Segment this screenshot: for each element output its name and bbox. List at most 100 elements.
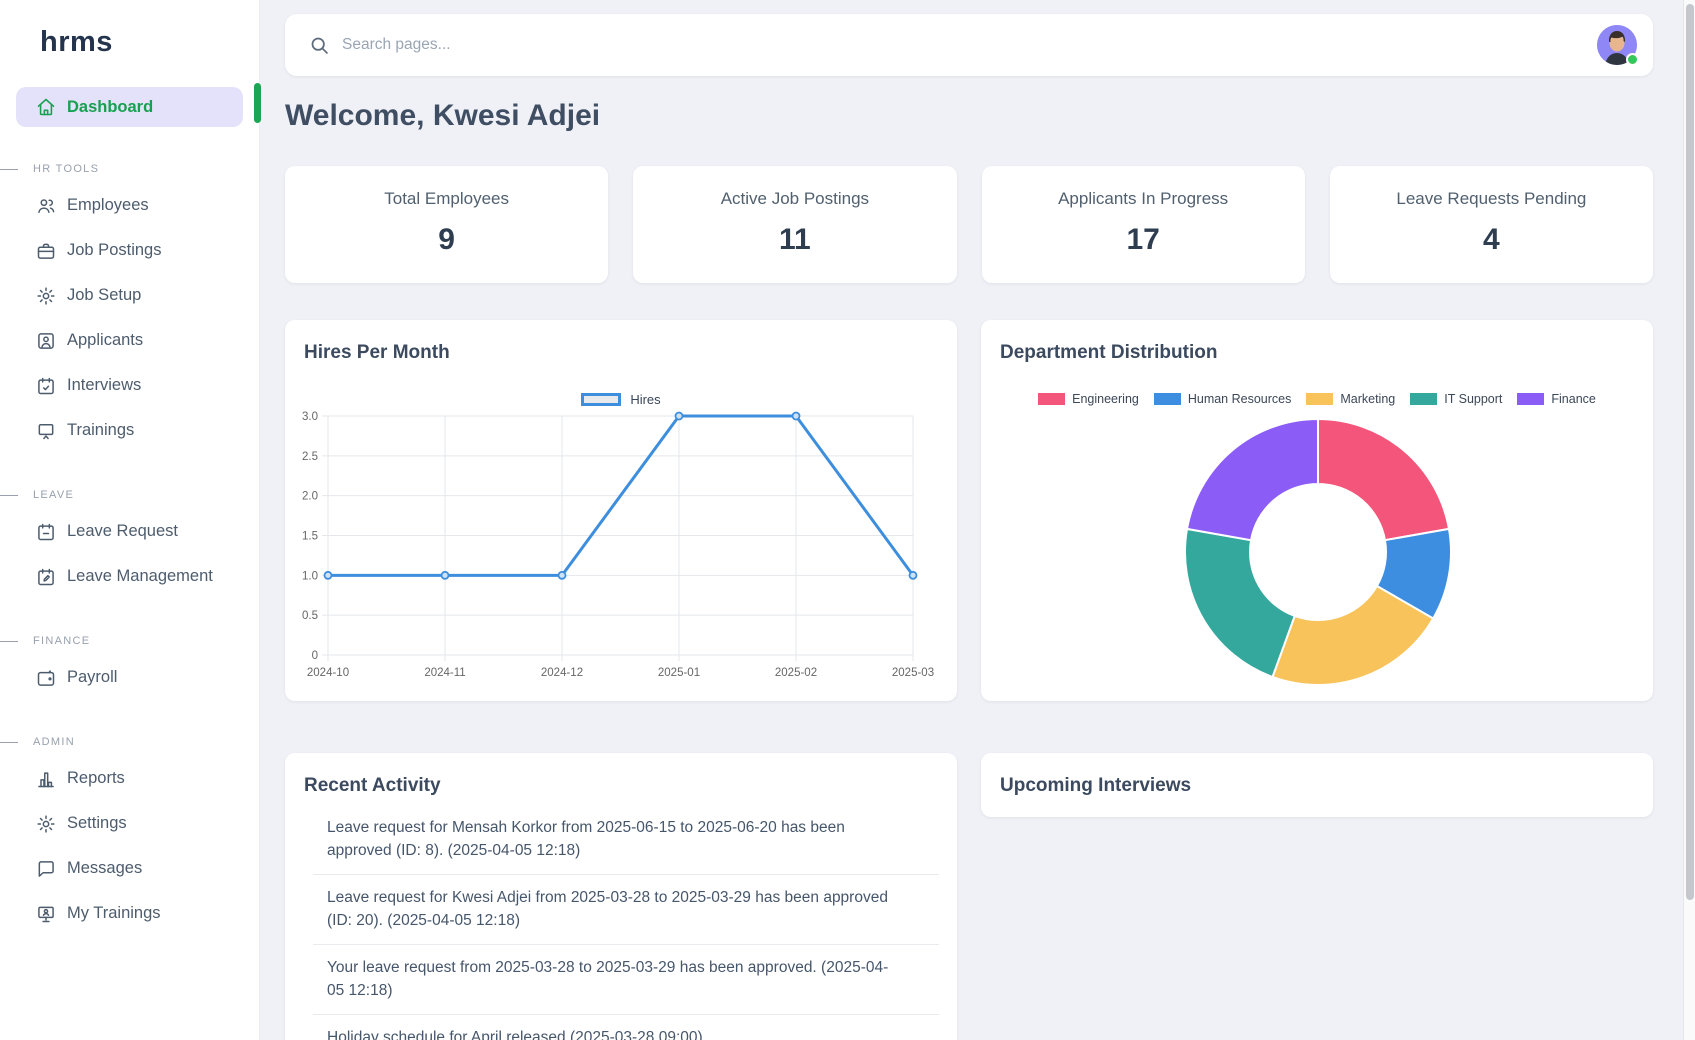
sidebar-item-reports[interactable]: Reports <box>0 756 259 801</box>
bar-chart-icon <box>36 769 56 789</box>
charts-row: Hires Per Month Hires 00.51.01.52.02.53.… <box>285 320 1653 701</box>
stat-card-total-employees: Total Employees 9 <box>285 166 608 283</box>
sidebar-item-trainings[interactable]: Trainings <box>0 408 259 453</box>
legend-item[interactable]: Finance <box>1517 392 1595 406</box>
svg-text:0.5: 0.5 <box>302 610 318 622</box>
svg-text:3.0: 3.0 <box>302 411 318 423</box>
department-distribution-card: Department Distribution Engineering Human… <box>981 320 1653 701</box>
gear-icon <box>36 814 56 834</box>
sidebar-item-leave-request[interactable]: Leave Request <box>0 509 259 554</box>
legend-item[interactable]: Human Resources <box>1154 392 1292 406</box>
legend-label: Marketing <box>1340 392 1395 406</box>
chart-title: Department Distribution <box>981 320 1653 364</box>
legend-label: Human Resources <box>1188 392 1292 406</box>
sidebar-item-label: Dashboard <box>67 98 153 117</box>
stat-value: 17 <box>1126 223 1159 257</box>
activity-item: Leave request for Mensah Korkor from 202… <box>313 805 939 875</box>
sidebar-item-payroll[interactable]: Payroll <box>0 655 259 700</box>
sidebar-item-dashboard[interactable]: Dashboard <box>16 87 243 127</box>
gear-icon <box>36 286 56 306</box>
user-card-icon <box>36 331 56 351</box>
legend-item[interactable]: Engineering <box>1038 392 1139 406</box>
home-icon <box>36 97 56 117</box>
activity-item: Holiday schedule for April released (202… <box>313 1015 939 1040</box>
legend-swatch <box>1154 393 1181 405</box>
stat-card-leave-requests-pending: Leave Requests Pending 4 <box>1330 166 1653 283</box>
legend-swatch <box>1038 393 1065 405</box>
stat-cards: Total Employees 9 Active Job Postings 11… <box>285 166 1653 283</box>
stat-card-applicants-in-progress: Applicants In Progress 17 <box>982 166 1305 283</box>
scrollbar-track[interactable] <box>1683 0 1695 1040</box>
presentation-board-icon <box>36 421 56 441</box>
svg-text:1.0: 1.0 <box>302 570 318 582</box>
page-title: Welcome, Kwesi Adjei <box>285 96 1653 136</box>
panel-title: Recent Activity <box>285 753 957 797</box>
svg-text:2025-02: 2025-02 <box>775 667 817 679</box>
sidebar-item-settings[interactable]: Settings <box>0 801 259 846</box>
search-input[interactable] <box>342 36 1583 54</box>
scrollbar-thumb[interactable] <box>1686 4 1694 900</box>
donut-chart-legend: Engineering Human Resources Marketing IT Su… <box>981 392 1653 406</box>
sidebar-item-leave-management[interactable]: Leave Management <box>0 554 259 599</box>
legend-item[interactable]: Marketing <box>1306 392 1395 406</box>
sidebar-item-messages[interactable]: Messages <box>0 846 259 891</box>
bottom-row: Recent Activity Leave request for Mensah… <box>285 753 1653 1040</box>
svg-text:0: 0 <box>312 650 318 662</box>
upcoming-interviews-card: Upcoming Interviews <box>981 753 1653 817</box>
stat-value: 9 <box>438 223 455 257</box>
hires-per-month-card: Hires Per Month Hires 00.51.01.52.02.53.… <box>285 320 957 701</box>
legend-item[interactable]: IT Support <box>1410 392 1502 406</box>
section-dash <box>0 641 18 642</box>
sidebar-section-finance: FINANCE <box>0 633 259 649</box>
sidebar-item-interviews[interactable]: Interviews <box>0 363 259 408</box>
svg-text:2025-03: 2025-03 <box>892 667 934 679</box>
section-dash <box>0 742 18 743</box>
section-dash <box>0 495 18 496</box>
svg-text:2024-11: 2024-11 <box>424 667 465 679</box>
legend-label: Finance <box>1551 392 1595 406</box>
sidebar-item-employees[interactable]: Employees <box>0 183 259 228</box>
stat-value: 11 <box>779 223 811 257</box>
department-donut-chart[interactable] <box>1178 412 1458 692</box>
sidebar-item-job-setup[interactable]: Job Setup <box>0 273 259 318</box>
sidebar-item-job-postings[interactable]: Job Postings <box>0 228 259 273</box>
main-content: Welcome, Kwesi Adjei Total Employees 9 A… <box>260 0 1695 1040</box>
svg-text:2024-12: 2024-12 <box>541 667 583 679</box>
app-logo: hrms <box>40 26 259 59</box>
activity-list: Leave request for Mensah Korkor from 202… <box>313 805 939 1040</box>
online-status-dot <box>1626 53 1639 66</box>
legend-label: IT Support <box>1444 392 1502 406</box>
sidebar-item-applicants[interactable]: Applicants <box>0 318 259 363</box>
svg-text:2.5: 2.5 <box>302 451 318 463</box>
svg-text:2.0: 2.0 <box>302 491 318 503</box>
activity-item: Your leave request from 2025-03-28 to 20… <box>313 945 939 1015</box>
svg-text:2025-01: 2025-01 <box>658 667 700 679</box>
hires-line-chart[interactable]: 0 0.5 1.0 1.5 2.0 2.5 3.0 2024-10 2024-11 2024-12… <box>297 380 945 692</box>
svg-text:1.5: 1.5 <box>302 531 318 543</box>
briefcase-icon <box>36 241 56 261</box>
sidebar-section-admin: ADMIN <box>0 734 259 750</box>
recent-activity-card: Recent Activity Leave request for Mensah… <box>285 753 957 1040</box>
sidebar: hrms Dashboard HR TOOLS Employees Job Po… <box>0 0 260 1040</box>
calendar-check-icon <box>36 376 56 396</box>
chart-title: Hires Per Month <box>285 320 957 364</box>
sidebar-section-hr-tools: HR TOOLS <box>0 161 259 177</box>
section-dash <box>0 169 18 170</box>
legend-swatch <box>1517 393 1544 405</box>
wallet-icon <box>36 668 56 688</box>
legend-swatch <box>1410 393 1437 405</box>
chat-bubble-icon <box>36 859 56 879</box>
user-avatar[interactable] <box>1597 25 1637 65</box>
calendar-minus-icon <box>36 522 56 542</box>
screen-user-icon <box>36 904 56 924</box>
svg-text:2024-10: 2024-10 <box>307 667 349 679</box>
sidebar-section-leave: LEAVE <box>0 487 259 503</box>
stat-card-active-job-postings: Active Job Postings 11 <box>633 166 956 283</box>
users-icon <box>36 196 56 216</box>
search-bar <box>285 14 1653 76</box>
stat-value: 4 <box>1483 223 1500 257</box>
legend-swatch <box>1306 393 1333 405</box>
sidebar-item-my-trainings[interactable]: My Trainings <box>0 891 259 936</box>
legend-label: Engineering <box>1072 392 1139 406</box>
search-icon <box>309 35 330 56</box>
